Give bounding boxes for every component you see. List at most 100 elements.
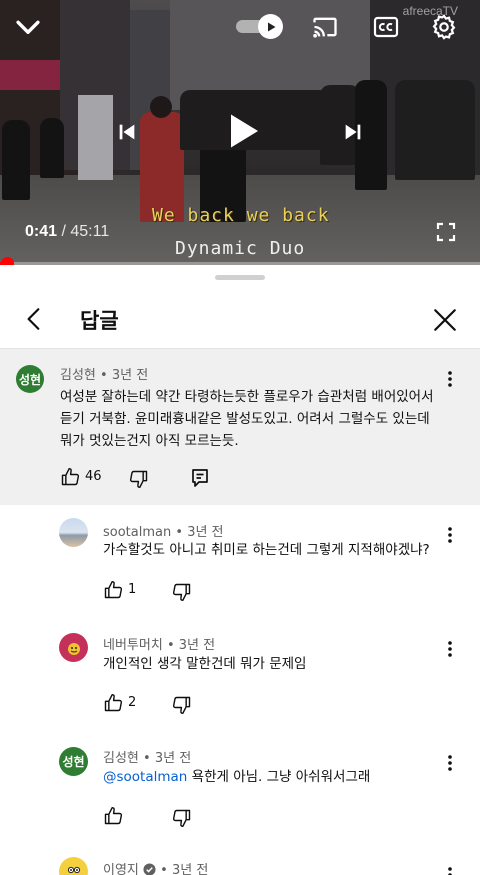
- fullscreen-button[interactable]: [433, 219, 459, 245]
- verified-badge-icon: [143, 863, 156, 875]
- comment-meta: 네버투머치 • 3년 전: [103, 634, 215, 653]
- scrubber-handle[interactable]: [1, 257, 15, 265]
- avatar[interactable]: 성현: [59, 747, 88, 776]
- thumbs-up-icon: [104, 580, 123, 599]
- cast-button[interactable]: [310, 12, 340, 42]
- thumbs-down-icon: [129, 470, 148, 489]
- video-player[interactable]: afreecaTV We back we back Dynamic Duo 0:…: [0, 0, 480, 265]
- close-icon: [434, 309, 456, 331]
- comment-meta: 김성현 • 3년 전: [103, 747, 191, 766]
- comment-author[interactable]: 이영지: [103, 863, 139, 875]
- closed-captions-icon: [373, 16, 399, 38]
- comment-time: 3년 전: [171, 863, 209, 875]
- comment-more-button[interactable]: [440, 863, 460, 875]
- more-vertical-icon: [448, 527, 452, 543]
- time-display: 0:41 / 45:11: [25, 223, 109, 241]
- meta-separator: •: [160, 863, 168, 875]
- thumbs-down-icon: [172, 583, 191, 602]
- comment-author[interactable]: 네버투머치: [103, 638, 163, 653]
- back-button[interactable]: [20, 305, 48, 333]
- drag-handle[interactable]: [215, 275, 265, 280]
- chevron-left-icon: [27, 308, 40, 330]
- comment-more-button[interactable]: [440, 523, 460, 547]
- avatar[interactable]: [59, 857, 88, 875]
- comment-text: 여성분 잘하는데 약간 타령하는듯한 플로우가 습관처럼 배어있어서 듣기 거북…: [60, 386, 465, 452]
- more-vertical-icon: [448, 755, 452, 771]
- fullscreen-icon: [436, 222, 456, 242]
- thumbs-down-icon: [172, 696, 191, 715]
- comment-text: @sootalman 욕한게 아님. 그냥 아쉬워서그래: [103, 766, 370, 788]
- comment-time: 3년 전: [187, 525, 224, 540]
- play-pause-button[interactable]: [222, 108, 264, 154]
- comment-time: 3년 전: [111, 368, 149, 383]
- comment-text: 개인적인 생각 말한건데 뭐가 문제임: [103, 656, 307, 672]
- avatar[interactable]: [59, 633, 88, 662]
- dislike-button[interactable]: [127, 467, 151, 491]
- parent-comment: 성현 김성현 • 3년 전 여성분 잘하는데 약간 타령하는듯한 플로우가 습관…: [0, 348, 480, 505]
- meta-separator: •: [100, 368, 108, 383]
- total-time: 45:11: [70, 223, 110, 240]
- subtitle-line-2: Dynamic Duo: [175, 238, 306, 259]
- thumbs-up-icon: [104, 806, 123, 825]
- meta-separator: •: [166, 638, 175, 653]
- current-time: 0:41: [25, 223, 58, 240]
- settings-button[interactable]: [428, 11, 460, 43]
- character-avatar-icon: [67, 866, 80, 873]
- mention-link[interactable]: @sootalman: [103, 769, 187, 785]
- meta-separator: •: [175, 525, 184, 540]
- comment-line: 듣기 거북함. 윤미래흉내같은 발성도있고. 어려서 그럴수도 있는데: [60, 411, 430, 427]
- reply-button[interactable]: [188, 466, 212, 490]
- reply-body: 욕한게 아님. 그냥 아쉬워서그래: [191, 769, 371, 785]
- comment-icon: [192, 469, 208, 487]
- previous-video-button[interactable]: [112, 117, 142, 147]
- character-avatar-icon: [67, 642, 80, 655]
- like-button[interactable]: [101, 804, 125, 828]
- thumbs-up-icon: [104, 693, 123, 712]
- comment-time: 3년 전: [154, 751, 192, 766]
- autoplay-toggle-icon: [267, 22, 275, 31]
- cast-icon: [313, 17, 337, 38]
- comment-line: 여성분 잘하는데 약간 타령하는듯한 플로우가 습관처럼 배어있어서: [60, 389, 434, 405]
- dislike-button[interactable]: [170, 806, 194, 830]
- more-vertical-icon: [448, 641, 452, 657]
- comment-more-button[interactable]: [440, 637, 460, 661]
- time-separator: /: [57, 223, 71, 240]
- dislike-button[interactable]: [170, 693, 194, 717]
- comment-author[interactable]: 김성현: [103, 751, 139, 766]
- next-icon: [345, 124, 361, 140]
- replies-header: 답글: [0, 287, 480, 347]
- panel-title: 답글: [80, 309, 119, 333]
- avatar[interactable]: 성현: [16, 365, 44, 393]
- thumbs-up-icon: [61, 467, 80, 486]
- comment-meta: 이영지 • 3년 전: [103, 859, 208, 875]
- captions-button[interactable]: [372, 14, 400, 40]
- autoplay-toggle[interactable]: [232, 13, 286, 39]
- comment-meta: 김성현 • 3년 전: [60, 364, 148, 383]
- minimize-player-button[interactable]: [10, 10, 46, 46]
- like-count: 2: [128, 695, 137, 710]
- comment-author[interactable]: sootalman: [103, 525, 171, 540]
- previous-icon: [119, 124, 135, 140]
- dislike-button[interactable]: [170, 580, 194, 604]
- settings-gear-icon: [432, 14, 456, 40]
- like-count: 1: [128, 582, 137, 597]
- comment-more-button[interactable]: [440, 751, 460, 775]
- chevron-down-icon: [16, 20, 40, 34]
- close-button[interactable]: [430, 305, 460, 335]
- subtitle-line-1: We back we back: [152, 205, 330, 226]
- play-icon: [231, 114, 258, 148]
- like-button[interactable]: [101, 578, 125, 602]
- avatar[interactable]: [59, 518, 88, 547]
- comment-meta: sootalman • 3년 전: [103, 521, 224, 540]
- thumbs-down-icon: [172, 809, 191, 828]
- replies-panel: 답글 성현 김성현 • 3년 전 여성분 잘하는데 약간 타령하는듯한 플로우가…: [0, 265, 480, 875]
- comment-line: 뭐가 멋있는건지 아직 모르는듯.: [60, 433, 239, 449]
- like-button[interactable]: [101, 691, 125, 715]
- meta-separator: •: [143, 751, 151, 766]
- like-count: 46: [85, 469, 102, 484]
- comment-text: 가수할것도 아니고 취미로 하는건데 그렇게 지적해야겠냐?: [103, 542, 430, 558]
- like-button[interactable]: [58, 465, 82, 489]
- next-video-button[interactable]: [338, 117, 368, 147]
- comment-author[interactable]: 김성현: [60, 368, 96, 383]
- more-vertical-icon: [448, 867, 452, 875]
